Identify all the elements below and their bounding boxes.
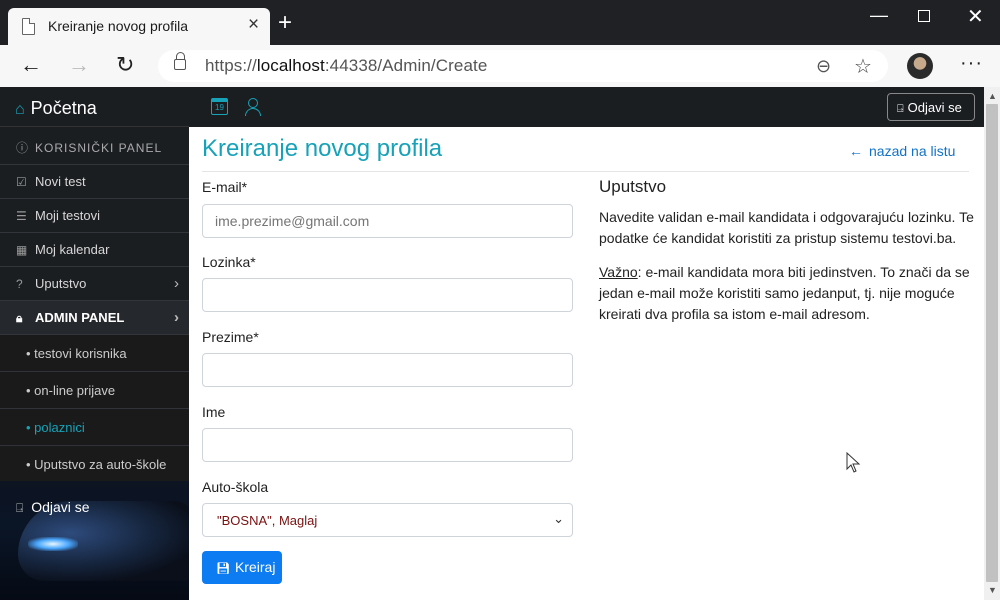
save-icon: 💾︎ <box>216 563 230 575</box>
tab-close-icon[interactable]: × <box>248 15 259 34</box>
school-label: Auto-škola <box>202 479 269 495</box>
window-close-icon[interactable]: ✕ <box>967 7 984 27</box>
favorites-star-icon[interactable]: ☆ <box>854 54 872 79</box>
browser-tab-bar: Kreiranje novog profila × + — ✕ <box>0 0 1000 45</box>
sidebar-brand-home[interactable]: ⌂ Početna <box>0 87 189 127</box>
sidebar-car-background: ⍈ Odjavi se <box>0 481 189 600</box>
logout-icon: ⍈ <box>897 103 904 115</box>
sidebar: ⌂ Početna ⓘ KORISNIČKI PANEL ☑ Novi test ☰ M… <box>0 87 189 600</box>
lock-icon <box>174 52 186 70</box>
sidebar-logout-label: Odjavi se <box>31 499 90 515</box>
back-link-label: nazad na listu <box>869 143 956 159</box>
document-icon <box>22 18 35 35</box>
more-options-icon[interactable]: ··· <box>960 52 983 75</box>
admin-panel-label: ADMIN PANEL <box>35 310 125 325</box>
title-divider <box>202 171 969 172</box>
forward-arrow-icon[interactable]: → <box>68 54 90 76</box>
zoom-out-icon[interactable]: ⊖ <box>816 56 831 77</box>
sidebar-item-moj-kalendar[interactable]: ▦ Moj kalendar <box>0 233 189 267</box>
logout-button-label: Odjavi se <box>907 100 962 115</box>
grid-icon: ▦ <box>16 243 28 257</box>
logout-icon: ⍈ <box>16 501 24 515</box>
user-panel-label: KORISNIČKI PANEL <box>35 141 163 155</box>
back-arrow-icon[interactable]: ← <box>20 54 42 76</box>
sidebar-item-uputstvo[interactable]: ? Uputstvo › <box>0 267 189 301</box>
school-selected-value: "BOSNA", Maglaj <box>217 513 318 528</box>
maximize-icon[interactable] <box>918 10 930 22</box>
email-field[interactable] <box>202 204 573 238</box>
app-top-bar: 19 ⍈ Odjavi se <box>189 87 985 127</box>
scroll-down-icon[interactable]: ▼ <box>988 585 997 595</box>
create-button-label: Kreiraj <box>234 559 276 575</box>
sidebar-item-moji-testovi[interactable]: ☰ Moji testovi <box>0 199 189 233</box>
sidebar-subitem-online-prijave[interactable]: • on-line prijave <box>0 372 189 409</box>
home-icon: ⌂ <box>15 101 25 118</box>
mouse-cursor-icon <box>846 452 861 473</box>
main-content: Kreiranje novog profila ← nazad na listu … <box>189 127 984 600</box>
help-paragraph-2: Važno: e-mail kandidata mora biti jedins… <box>599 262 974 325</box>
tab-title: Kreiranje novog profila <box>48 18 189 34</box>
sidebar-subitem-polaznici[interactable]: • polaznici <box>0 409 189 446</box>
password-field[interactable] <box>202 278 573 312</box>
browser-toolbar: ← → ↻ https://localhost:44338/Admin/Crea… <box>0 45 1000 87</box>
info-icon: ⓘ <box>16 141 30 155</box>
browser-tab[interactable]: Kreiranje novog profila × <box>8 8 270 45</box>
help-panel: Uputstvo Navedite validan e-mail kandida… <box>599 177 974 338</box>
profile-avatar[interactable] <box>907 53 933 79</box>
brand-label: Početna <box>30 98 97 118</box>
surname-label: Prezime* <box>202 329 259 345</box>
sidebar-subitem-testovi-korisnika[interactable]: • testovi korisnika <box>0 335 189 372</box>
checkbox-icon: ☑ <box>16 175 27 189</box>
chevron-down-icon: ⌄ <box>553 511 564 526</box>
help-title: Uputstvo <box>599 177 667 196</box>
important-label: Važno <box>599 264 638 280</box>
surname-field[interactable] <box>202 353 573 387</box>
password-label: Lozinka* <box>202 254 256 270</box>
car-headlight <box>28 537 78 551</box>
email-label: E-mail* <box>202 179 248 195</box>
sidebar-item-label: Uputstvo <box>35 276 87 291</box>
create-button[interactable]: 💾︎ Kreiraj <box>202 551 282 584</box>
help-paragraph-1: Navedite validan e-mail kandidata i odgo… <box>599 209 974 246</box>
sidebar-item-novi-test[interactable]: ☑ Novi test <box>0 165 189 199</box>
arrow-left-icon: ← <box>849 143 863 159</box>
question-icon: ? <box>16 277 23 291</box>
list-icon: ☰ <box>16 209 27 223</box>
scroll-up-icon[interactable]: ▲ <box>988 91 997 101</box>
sidebar-user-panel-header: ⓘ KORISNIČKI PANEL <box>0 127 189 165</box>
new-tab-icon[interactable]: + <box>278 11 292 35</box>
sidebar-subitem-uputstvo-auto-skole[interactable]: • Uputstvo za auto-škole <box>0 446 189 483</box>
address-bar[interactable]: https://localhost:44338/Admin/Create ⊖ ☆ <box>158 50 888 82</box>
page-title: Kreiranje novog profila <box>202 135 443 162</box>
page-scrollbar[interactable]: ▲ ▼ <box>984 87 1000 600</box>
url-text: https://localhost:44338/Admin/Create <box>205 56 488 75</box>
chevron-right-icon: › <box>174 309 179 326</box>
school-select[interactable]: "BOSNA", Maglaj ⌄ <box>202 503 573 537</box>
sidebar-item-admin-panel[interactable]: 🔒︎ ADMIN PANEL › <box>0 301 189 335</box>
sidebar-logout[interactable]: ⍈ Odjavi se <box>16 499 90 516</box>
sidebar-item-label: Moji testovi <box>35 208 101 223</box>
help-paragraph-2-text: : e-mail kandidata mora biti jedinstven.… <box>599 264 970 322</box>
sidebar-item-label: Novi test <box>35 174 86 189</box>
scrollbar-thumb[interactable] <box>986 104 998 582</box>
name-label: Ime <box>202 404 226 420</box>
sidebar-item-label: Moj kalendar <box>35 242 110 257</box>
calendar-icon[interactable]: 19 <box>211 98 228 115</box>
logout-button[interactable]: ⍈ Odjavi se <box>887 93 975 121</box>
name-field[interactable] <box>202 428 573 462</box>
chevron-right-icon: › <box>174 275 179 292</box>
back-to-list-link[interactable]: ← nazad na listu <box>849 143 955 159</box>
lock-icon: 🔒︎ <box>16 311 23 325</box>
minimize-icon[interactable]: — <box>870 6 888 24</box>
refresh-icon[interactable]: ↻ <box>116 54 134 76</box>
